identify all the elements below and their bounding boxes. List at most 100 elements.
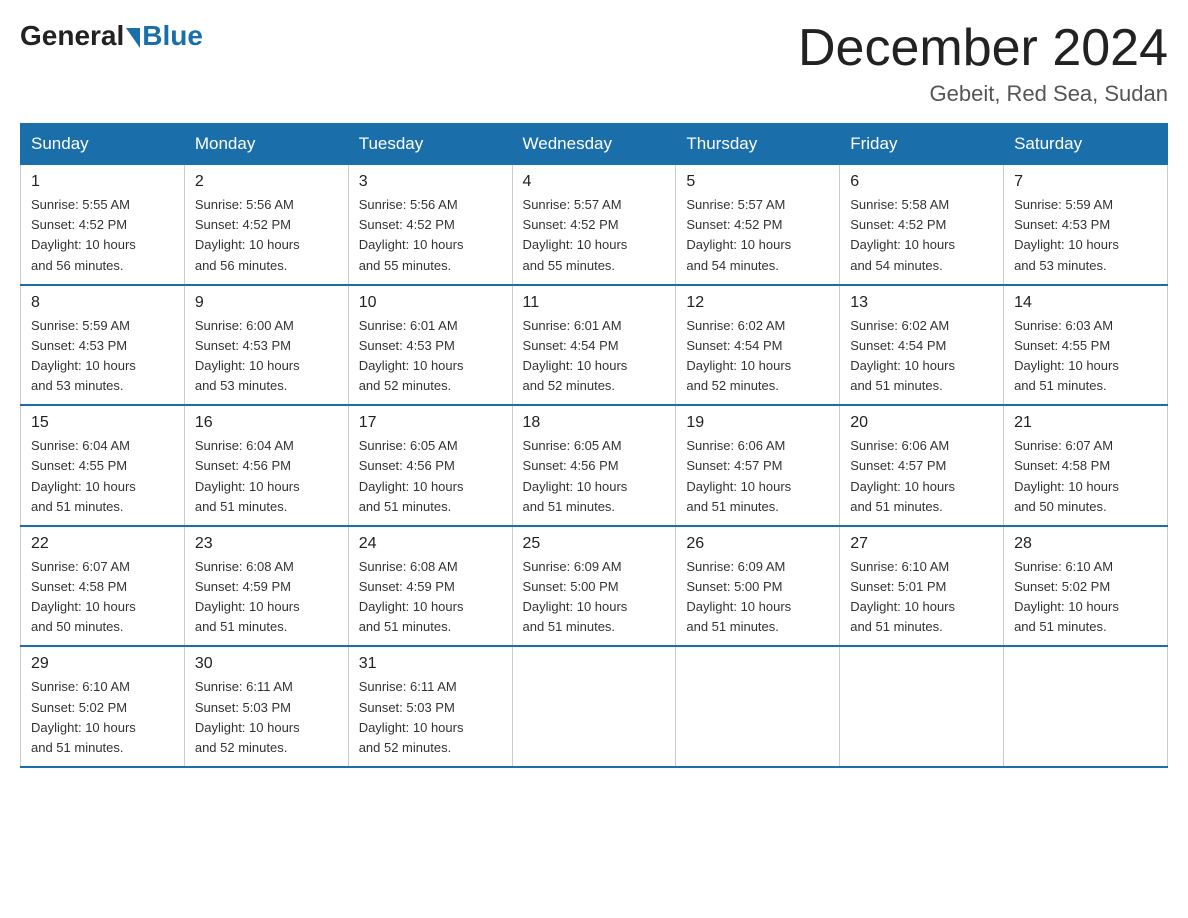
calendar-day-cell: 2 Sunrise: 5:56 AM Sunset: 4:52 PM Dayli… xyxy=(184,165,348,285)
calendar-day-cell: 26 Sunrise: 6:09 AM Sunset: 5:00 PM Dayl… xyxy=(676,526,840,647)
day-number: 9 xyxy=(195,294,338,312)
calendar-day-cell: 19 Sunrise: 6:06 AM Sunset: 4:57 PM Dayl… xyxy=(676,405,840,526)
calendar-day-cell: 11 Sunrise: 6:01 AM Sunset: 4:54 PM Dayl… xyxy=(512,285,676,406)
calendar-day-cell: 22 Sunrise: 6:07 AM Sunset: 4:58 PM Dayl… xyxy=(21,526,185,647)
day-number: 3 xyxy=(359,173,502,191)
calendar-day-cell: 5 Sunrise: 5:57 AM Sunset: 4:52 PM Dayli… xyxy=(676,165,840,285)
calendar-day-cell: 7 Sunrise: 5:59 AM Sunset: 4:53 PM Dayli… xyxy=(1004,165,1168,285)
calendar-day-cell xyxy=(676,646,840,767)
day-info: Sunrise: 5:56 AM Sunset: 4:52 PM Dayligh… xyxy=(195,195,338,276)
day-number: 7 xyxy=(1014,173,1157,191)
calendar-header-sunday: Sunday xyxy=(21,124,185,165)
calendar-day-cell xyxy=(1004,646,1168,767)
logo-general-text: General xyxy=(20,20,124,52)
calendar-day-cell: 6 Sunrise: 5:58 AM Sunset: 4:52 PM Dayli… xyxy=(840,165,1004,285)
calendar-day-cell: 9 Sunrise: 6:00 AM Sunset: 4:53 PM Dayli… xyxy=(184,285,348,406)
day-number: 5 xyxy=(686,173,829,191)
day-info: Sunrise: 5:57 AM Sunset: 4:52 PM Dayligh… xyxy=(523,195,666,276)
day-info: Sunrise: 6:00 AM Sunset: 4:53 PM Dayligh… xyxy=(195,316,338,397)
title-section: December 2024 Gebeit, Red Sea, Sudan xyxy=(798,20,1168,107)
calendar-day-cell: 21 Sunrise: 6:07 AM Sunset: 4:58 PM Dayl… xyxy=(1004,405,1168,526)
day-info: Sunrise: 6:09 AM Sunset: 5:00 PM Dayligh… xyxy=(686,557,829,638)
day-number: 23 xyxy=(195,535,338,553)
day-number: 30 xyxy=(195,655,338,673)
calendar-table: SundayMondayTuesdayWednesdayThursdayFrid… xyxy=(20,123,1168,768)
calendar-day-cell: 31 Sunrise: 6:11 AM Sunset: 5:03 PM Dayl… xyxy=(348,646,512,767)
day-info: Sunrise: 6:05 AM Sunset: 4:56 PM Dayligh… xyxy=(523,436,666,517)
day-number: 8 xyxy=(31,294,174,312)
location-subtitle: Gebeit, Red Sea, Sudan xyxy=(798,81,1168,107)
day-info: Sunrise: 6:05 AM Sunset: 4:56 PM Dayligh… xyxy=(359,436,502,517)
day-info: Sunrise: 6:01 AM Sunset: 4:53 PM Dayligh… xyxy=(359,316,502,397)
day-number: 17 xyxy=(359,414,502,432)
calendar-week-row: 15 Sunrise: 6:04 AM Sunset: 4:55 PM Dayl… xyxy=(21,405,1168,526)
day-info: Sunrise: 6:06 AM Sunset: 4:57 PM Dayligh… xyxy=(850,436,993,517)
day-info: Sunrise: 6:03 AM Sunset: 4:55 PM Dayligh… xyxy=(1014,316,1157,397)
day-number: 19 xyxy=(686,414,829,432)
day-number: 6 xyxy=(850,173,993,191)
calendar-day-cell: 18 Sunrise: 6:05 AM Sunset: 4:56 PM Dayl… xyxy=(512,405,676,526)
calendar-week-row: 8 Sunrise: 5:59 AM Sunset: 4:53 PM Dayli… xyxy=(21,285,1168,406)
calendar-day-cell: 23 Sunrise: 6:08 AM Sunset: 4:59 PM Dayl… xyxy=(184,526,348,647)
calendar-day-cell: 1 Sunrise: 5:55 AM Sunset: 4:52 PM Dayli… xyxy=(21,165,185,285)
logo-arrow-icon xyxy=(126,28,140,48)
calendar-day-cell: 17 Sunrise: 6:05 AM Sunset: 4:56 PM Dayl… xyxy=(348,405,512,526)
calendar-day-cell: 24 Sunrise: 6:08 AM Sunset: 4:59 PM Dayl… xyxy=(348,526,512,647)
day-number: 16 xyxy=(195,414,338,432)
day-number: 13 xyxy=(850,294,993,312)
calendar-day-cell: 20 Sunrise: 6:06 AM Sunset: 4:57 PM Dayl… xyxy=(840,405,1004,526)
calendar-day-cell: 30 Sunrise: 6:11 AM Sunset: 5:03 PM Dayl… xyxy=(184,646,348,767)
day-number: 26 xyxy=(686,535,829,553)
calendar-week-row: 29 Sunrise: 6:10 AM Sunset: 5:02 PM Dayl… xyxy=(21,646,1168,767)
day-number: 29 xyxy=(31,655,174,673)
day-info: Sunrise: 6:07 AM Sunset: 4:58 PM Dayligh… xyxy=(1014,436,1157,517)
day-info: Sunrise: 6:02 AM Sunset: 4:54 PM Dayligh… xyxy=(686,316,829,397)
day-number: 4 xyxy=(523,173,666,191)
day-info: Sunrise: 6:09 AM Sunset: 5:00 PM Dayligh… xyxy=(523,557,666,638)
calendar-header-monday: Monday xyxy=(184,124,348,165)
day-info: Sunrise: 6:04 AM Sunset: 4:55 PM Dayligh… xyxy=(31,436,174,517)
day-info: Sunrise: 6:06 AM Sunset: 4:57 PM Dayligh… xyxy=(686,436,829,517)
day-number: 31 xyxy=(359,655,502,673)
calendar-day-cell: 15 Sunrise: 6:04 AM Sunset: 4:55 PM Dayl… xyxy=(21,405,185,526)
month-year-title: December 2024 xyxy=(798,20,1168,77)
day-number: 10 xyxy=(359,294,502,312)
calendar-header-row: SundayMondayTuesdayWednesdayThursdayFrid… xyxy=(21,124,1168,165)
day-number: 18 xyxy=(523,414,666,432)
day-number: 2 xyxy=(195,173,338,191)
day-info: Sunrise: 5:57 AM Sunset: 4:52 PM Dayligh… xyxy=(686,195,829,276)
day-number: 22 xyxy=(31,535,174,553)
day-info: Sunrise: 5:59 AM Sunset: 4:53 PM Dayligh… xyxy=(1014,195,1157,276)
day-info: Sunrise: 6:07 AM Sunset: 4:58 PM Dayligh… xyxy=(31,557,174,638)
calendar-day-cell: 10 Sunrise: 6:01 AM Sunset: 4:53 PM Dayl… xyxy=(348,285,512,406)
page-header: General Blue December 2024 Gebeit, Red S… xyxy=(20,20,1168,107)
day-number: 21 xyxy=(1014,414,1157,432)
day-number: 12 xyxy=(686,294,829,312)
calendar-day-cell xyxy=(840,646,1004,767)
day-info: Sunrise: 6:11 AM Sunset: 5:03 PM Dayligh… xyxy=(359,677,502,758)
day-info: Sunrise: 6:08 AM Sunset: 4:59 PM Dayligh… xyxy=(195,557,338,638)
calendar-day-cell: 8 Sunrise: 5:59 AM Sunset: 4:53 PM Dayli… xyxy=(21,285,185,406)
day-info: Sunrise: 6:10 AM Sunset: 5:02 PM Dayligh… xyxy=(31,677,174,758)
day-number: 14 xyxy=(1014,294,1157,312)
calendar-day-cell: 27 Sunrise: 6:10 AM Sunset: 5:01 PM Dayl… xyxy=(840,526,1004,647)
calendar-day-cell: 14 Sunrise: 6:03 AM Sunset: 4:55 PM Dayl… xyxy=(1004,285,1168,406)
day-number: 28 xyxy=(1014,535,1157,553)
day-info: Sunrise: 6:01 AM Sunset: 4:54 PM Dayligh… xyxy=(523,316,666,397)
day-info: Sunrise: 6:02 AM Sunset: 4:54 PM Dayligh… xyxy=(850,316,993,397)
calendar-day-cell xyxy=(512,646,676,767)
day-info: Sunrise: 6:11 AM Sunset: 5:03 PM Dayligh… xyxy=(195,677,338,758)
day-info: Sunrise: 5:58 AM Sunset: 4:52 PM Dayligh… xyxy=(850,195,993,276)
calendar-day-cell: 16 Sunrise: 6:04 AM Sunset: 4:56 PM Dayl… xyxy=(184,405,348,526)
calendar-header-tuesday: Tuesday xyxy=(348,124,512,165)
day-info: Sunrise: 6:10 AM Sunset: 5:01 PM Dayligh… xyxy=(850,557,993,638)
calendar-day-cell: 12 Sunrise: 6:02 AM Sunset: 4:54 PM Dayl… xyxy=(676,285,840,406)
day-info: Sunrise: 6:04 AM Sunset: 4:56 PM Dayligh… xyxy=(195,436,338,517)
calendar-header-wednesday: Wednesday xyxy=(512,124,676,165)
calendar-day-cell: 13 Sunrise: 6:02 AM Sunset: 4:54 PM Dayl… xyxy=(840,285,1004,406)
day-info: Sunrise: 6:10 AM Sunset: 5:02 PM Dayligh… xyxy=(1014,557,1157,638)
day-info: Sunrise: 5:56 AM Sunset: 4:52 PM Dayligh… xyxy=(359,195,502,276)
calendar-day-cell: 29 Sunrise: 6:10 AM Sunset: 5:02 PM Dayl… xyxy=(21,646,185,767)
calendar-header-thursday: Thursday xyxy=(676,124,840,165)
calendar-day-cell: 3 Sunrise: 5:56 AM Sunset: 4:52 PM Dayli… xyxy=(348,165,512,285)
